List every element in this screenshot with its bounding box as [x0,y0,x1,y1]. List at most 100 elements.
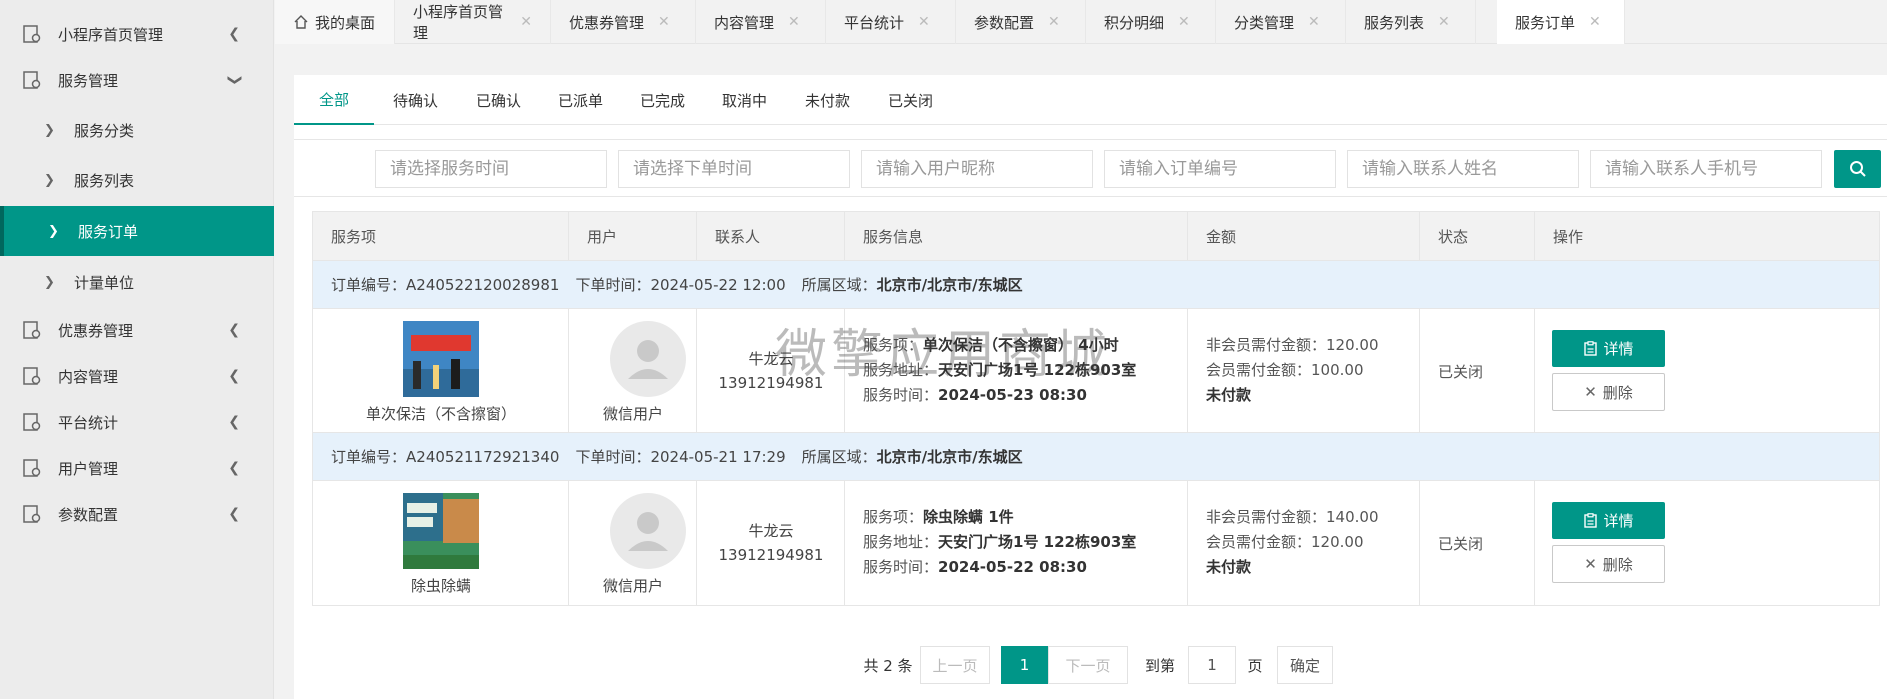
tab-service-order[interactable]: 服务订单 ✕ [1497,0,1625,44]
sidebar-subitem-unit[interactable]: ❯ 计量单位 [0,257,274,307]
sidebar: 小程序首页管理 ❮ 服务管理 ❮ ❯ 服务分类 ❯ 服务列表 ❯ 服务订单 ❯ … [0,0,274,699]
user-cell: 微信用户 [569,309,697,433]
user-nickname-input[interactable] [861,150,1093,188]
table-header: 服务项 用户 联系人 服务信息 金额 状态 操作 [313,212,1879,261]
status-text: 已关闭 [1438,363,1484,381]
service-cell: 单次保洁（不含擦窗） [313,309,569,433]
chevron-left-icon: ❮ [228,322,240,338]
search-bar [294,139,1887,197]
contact-name-input[interactable] [1347,150,1579,188]
status-tab-all[interactable]: 全部 [294,75,374,125]
service-cell: 除虫除螨 [313,481,569,605]
page-icon [23,459,41,477]
prev-page-button[interactable]: 上一页 [920,646,990,684]
close-icon[interactable]: ✕ [788,14,800,30]
sidebar-item-label: 用户管理 [58,459,119,478]
delete-button[interactable]: ✕ 删除 [1552,373,1665,411]
page-icon [23,413,41,431]
chevron-down-icon: ❮ [226,74,243,86]
tab-desktop[interactable]: 我的桌面 [275,0,395,44]
contact-phone-input[interactable] [1590,150,1822,188]
tab-category[interactable]: 分类管理 ✕ [1216,0,1346,44]
search-button[interactable] [1834,150,1881,188]
confirm-button[interactable]: 确定 [1277,646,1333,684]
chevron-right-icon: ❯ [44,122,55,138]
orders-table: 服务项 用户 联系人 服务信息 金额 状态 操作 订单编号： A24052212… [312,211,1880,606]
page-icon [23,71,41,89]
avatar [610,321,686,397]
sidebar-subitem-label: 服务列表 [74,171,135,190]
tab-coupon[interactable]: 优惠券管理 ✕ [551,0,696,44]
goto-page-input[interactable]: 1 [1188,646,1236,684]
sidebar-item-content[interactable]: 内容管理 ❮ [0,353,274,399]
page-1-button[interactable]: 1 [1001,646,1048,684]
tab-label: 服务订单 [1515,13,1576,32]
status-tab-cancelling[interactable]: 取消中 [722,75,767,125]
sidebar-item-label: 小程序首页管理 [58,25,164,44]
tab-label: 平台统计 [844,13,905,32]
col-header-contact: 联系人 [697,212,845,261]
tab-mini-home[interactable]: 小程序首页管理 ✕ [395,0,551,44]
tab-service-list[interactable]: 服务列表 ✕ [1346,0,1476,44]
service-item: 单次保洁（不含擦窗） 4小时 [923,336,1119,354]
service-address-label: 服务地址： [863,533,939,551]
sidebar-item-mini-home[interactable]: 小程序首页管理 ❮ [0,11,274,57]
sidebar-subitem-service-category[interactable]: ❯ 服务分类 [0,105,274,155]
detail-button[interactable]: 详情 [1552,330,1665,367]
service-time-input[interactable] [375,150,607,188]
service-thumbnail[interactable] [403,321,479,397]
status-tab-closed[interactable]: 已关闭 [888,75,933,125]
status-tab-dispatched[interactable]: 已派单 [558,75,603,125]
sidebar-subitem-service-order[interactable]: ❯ 服务订单 [0,206,274,256]
tab-content[interactable]: 内容管理 ✕ [696,0,826,44]
service-item: 除虫除螨 1件 [923,508,1014,526]
main-panel: 全部 待确认 已确认 已派单 已完成 取消中 未付款 已关闭 服务项 用户 联系… [294,75,1887,699]
region-label: 所属区域： [801,276,877,294]
sidebar-item-label: 参数配置 [58,505,119,524]
sidebar-item-label: 内容管理 [58,367,119,386]
close-icon[interactable]: ✕ [658,14,670,30]
order-number-input[interactable] [1104,150,1336,188]
contact-phone: 13912194981 [718,374,824,392]
tab-params[interactable]: 参数配置 ✕ [956,0,1086,44]
chevron-left-icon: ❮ [228,506,240,522]
close-icon[interactable]: ✕ [520,14,532,30]
status-tab-unpaid[interactable]: 未付款 [805,75,850,125]
table-row: 除虫除螨 微信用户 牛龙云 13912194981 服务项：除虫除螨 1件 服务… [313,481,1879,605]
close-icon[interactable]: ✕ [1178,14,1190,30]
sidebar-subitem-service-list[interactable]: ❯ 服务列表 [0,155,274,205]
service-thumbnail[interactable] [403,493,479,569]
actions-cell: 详情 ✕ 删除 [1535,309,1881,433]
service-time: 2024-05-22 08:30 [938,558,1087,576]
status-tab-pending[interactable]: 待确认 [393,75,438,125]
close-icon[interactable]: ✕ [1048,14,1060,30]
close-icon[interactable]: ✕ [1589,14,1601,30]
close-icon[interactable]: ✕ [1308,14,1320,30]
non-member-amount: 120.00 [1326,336,1379,354]
order-time: 2024-05-22 12:00 [650,275,786,294]
chevron-right-icon: ❯ [48,223,59,239]
status-tab-completed[interactable]: 已完成 [640,75,685,125]
sidebar-item-stats[interactable]: 平台统计 ❮ [0,399,274,445]
service-time-label: 服务时间： [863,386,939,404]
tab-stats[interactable]: 平台统计 ✕ [826,0,956,44]
order-header: 订单编号： A240521172921340 下单时间： 2024-05-21 … [313,433,1879,481]
page-icon [23,321,41,339]
col-header-service-info: 服务信息 [845,212,1188,261]
sidebar-item-service[interactable]: 服务管理 ❮ [0,57,274,103]
order-time-input[interactable] [618,150,850,188]
sidebar-item-coupon[interactable]: 优惠券管理 ❮ [0,307,274,353]
detail-button[interactable]: 详情 [1552,502,1665,539]
close-icon[interactable]: ✕ [1438,14,1450,30]
close-icon[interactable]: ✕ [918,14,930,30]
delete-button[interactable]: ✕ 删除 [1552,545,1665,583]
tab-label: 分类管理 [1234,13,1295,32]
tab-points[interactable]: 积分明细 ✕ [1086,0,1216,44]
sidebar-item-params[interactable]: 参数配置 ❮ [0,491,274,537]
sidebar-item-users[interactable]: 用户管理 ❮ [0,445,274,491]
status-tab-confirmed[interactable]: 已确认 [476,75,521,125]
service-name: 除虫除螨 [410,577,471,595]
member-amount: 100.00 [1311,361,1364,379]
non-member-label: 非会员需付金额： [1206,508,1327,526]
next-page-button[interactable]: 下一页 [1048,646,1128,684]
